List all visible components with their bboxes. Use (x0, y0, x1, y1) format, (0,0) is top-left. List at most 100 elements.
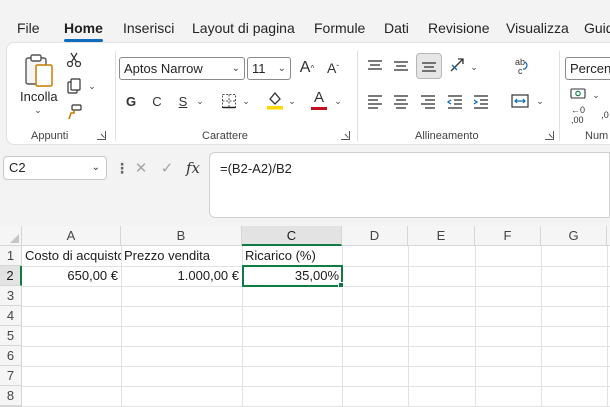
column-header-a[interactable]: A (22, 226, 121, 246)
tab-guida[interactable]: Guid (584, 20, 610, 36)
row-header-4[interactable]: 4 (0, 306, 22, 326)
confirm-icon[interactable]: ✓ (156, 159, 178, 177)
cell-b2[interactable]: 1.000,00 € (121, 266, 242, 286)
font-size-select[interactable]: 11 ⌄ (247, 57, 291, 80)
tab-visualizza[interactable]: Visualizza (506, 20, 569, 36)
fill-handle[interactable] (338, 282, 344, 288)
chevron-down-icon[interactable]: ⌄ (33, 105, 43, 115)
font-color-button[interactable]: A (309, 89, 329, 111)
gridline (22, 306, 610, 307)
grow-font-icon[interactable]: A ^ (297, 57, 317, 79)
decrease-decimal-icon[interactable]: ,0 (597, 107, 610, 123)
chevron-down-icon[interactable]: ⌄ (535, 95, 545, 107)
merge-center-icon[interactable] (509, 91, 531, 111)
row-header-5[interactable]: 5 (0, 326, 22, 346)
font-size-value: 11 (252, 61, 266, 76)
font-name-select[interactable]: Aptos Narrow ⌄ (119, 57, 245, 80)
gridline (22, 366, 610, 367)
group-label-carattere: Carattere (202, 130, 248, 142)
cut-icon[interactable] (65, 51, 83, 69)
paste-icon[interactable] (21, 51, 57, 91)
chevron-down-icon[interactable]: ⌄ (333, 95, 343, 107)
formula-text: =(B2-A2)/B2 (220, 161, 292, 176)
formula-bar-area: C2 ⌄ ⋮ ✕ ✓ fx =(B2-A2)/B2 (0, 148, 610, 226)
chevron-down-icon: ⌄ (231, 63, 240, 74)
formula-input[interactable]: =(B2-A2)/B2 (209, 152, 610, 218)
column-header-c[interactable]: C (242, 226, 342, 246)
active-cell-border (242, 265, 343, 287)
align-bottom-icon[interactable] (416, 53, 442, 79)
insert-function-icon[interactable]: fx (182, 159, 204, 177)
row-header-2[interactable]: 2 (0, 266, 22, 286)
chevron-down-icon[interactable]: ⌄ (195, 95, 205, 107)
tab-home[interactable]: Home (64, 20, 103, 42)
chevron-down-icon[interactable]: ⌄ (591, 89, 601, 101)
gridline (22, 326, 610, 327)
align-center-icon[interactable] (391, 93, 411, 111)
chevron-down-icon[interactable]: ⌄ (241, 95, 251, 107)
underline-button[interactable]: S (175, 91, 191, 111)
cancel-icon[interactable]: ✕ (130, 159, 152, 177)
column-header-d[interactable]: D (342, 226, 408, 246)
chevron-down-icon: ⌄ (277, 63, 286, 74)
column-header-g[interactable]: G (541, 226, 607, 246)
shrink-font-icon[interactable]: Aˇ (323, 57, 343, 79)
column-header-b[interactable]: B (121, 226, 242, 246)
dialog-launcher-icon[interactable] (341, 131, 350, 140)
row-header-6[interactable]: 6 (0, 346, 22, 366)
ribbon: Incolla ⌄ ⌄ Appunti Aptos Narrow ⌄ 11 ⌄ … (6, 42, 610, 145)
tab-formule[interactable]: Formule (314, 20, 365, 36)
row-header-7[interactable]: 7 (0, 366, 22, 386)
name-box-value: C2 (9, 160, 26, 175)
gridline (22, 386, 610, 387)
borders-icon[interactable] (219, 91, 239, 111)
chevron-down-icon[interactable]: ⌄ (87, 81, 97, 91)
dialog-launcher-icon[interactable] (545, 131, 554, 140)
dialog-launcher-icon[interactable] (97, 131, 106, 140)
italic-button[interactable]: C (149, 91, 165, 111)
wrap-text-icon[interactable]: ab c (511, 55, 533, 77)
tab-layout-di-pagina[interactable]: Layout di pagina (192, 20, 295, 36)
align-right-icon[interactable] (418, 93, 438, 111)
fill-color-icon[interactable] (265, 89, 285, 111)
font-name-value: Aptos Narrow (124, 61, 203, 76)
spreadsheet-grid[interactable]: A B C D E F G 1 2 3 4 5 6 7 8 Costo di a… (0, 226, 610, 407)
decrease-indent-icon[interactable] (445, 93, 465, 111)
cell-a1[interactable]: Costo di acquisto (22, 246, 121, 266)
row-header-3[interactable]: 3 (0, 286, 22, 306)
name-box[interactable]: C2 ⌄ (3, 156, 107, 180)
align-left-icon[interactable] (365, 93, 385, 111)
format-painter-icon[interactable] (65, 103, 83, 121)
currency-format-icon[interactable] (569, 85, 589, 103)
number-format-select[interactable]: Percentu (565, 57, 610, 80)
more-options-icon[interactable]: ⋮ (115, 160, 129, 177)
bold-button[interactable]: G (123, 91, 139, 111)
tab-file[interactable]: File (17, 20, 40, 36)
tab-dati[interactable]: Dati (384, 20, 409, 36)
chevron-down-icon[interactable]: ⌄ (469, 61, 479, 73)
cell-a2[interactable]: 650,00 € (22, 266, 121, 286)
chevron-down-icon[interactable]: ⌄ (287, 95, 297, 107)
select-all-button[interactable] (0, 226, 22, 246)
chevron-down-icon: ⌄ (91, 162, 100, 173)
copy-icon[interactable] (65, 77, 83, 95)
svg-text:c: c (518, 66, 523, 76)
row-header-1[interactable]: 1 (0, 246, 22, 266)
cell-b1[interactable]: Prezzo vendita (121, 246, 242, 266)
column-header-f[interactable]: F (475, 226, 541, 246)
tab-revisione[interactable]: Revisione (428, 20, 489, 36)
divider (559, 51, 560, 141)
column-header-e[interactable]: E (408, 226, 475, 246)
increase-indent-icon[interactable] (471, 93, 491, 111)
tab-inserisci[interactable]: Inserisci (123, 20, 174, 36)
number-format-value: Percentu (570, 61, 610, 76)
paste-label[interactable]: Incolla (20, 89, 58, 104)
cell-c1[interactable]: Ricarico (%) (242, 246, 342, 266)
align-top-icon[interactable] (365, 57, 385, 75)
align-middle-icon[interactable] (391, 57, 411, 75)
row-header-8[interactable]: 8 (0, 386, 22, 406)
gridline (22, 346, 610, 347)
increase-decimal-icon[interactable]: ←0,00 (567, 105, 589, 125)
orientation-icon[interactable] (447, 55, 469, 75)
menu-bar: File Home Inserisci Layout di pagina For… (0, 0, 610, 42)
